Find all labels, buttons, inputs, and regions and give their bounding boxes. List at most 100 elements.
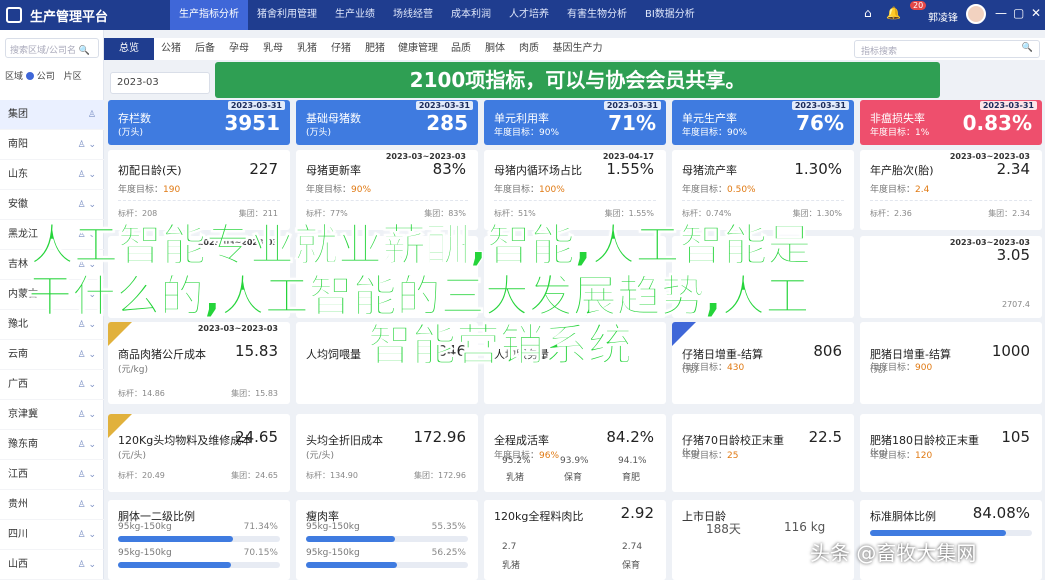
nav-tab-pest-analysis[interactable]: 有害生物分析 <box>558 0 636 30</box>
sidebar-item[interactable]: 江西 ♙ ⌄ <box>0 460 104 490</box>
metric-card[interactable]: 仔猪日增重-结算 (克) 806 年度目标：430 <box>672 322 854 404</box>
sidebar-item[interactable]: 集团 ♙ <box>0 100 104 130</box>
sidebar-item[interactable]: 安徽 ♙ ⌄ <box>0 190 104 220</box>
metric-card[interactable]: 2023-03~2023-03 3.05 2707.4 <box>860 236 1042 318</box>
bell-icon[interactable]: 🔔 <box>886 6 901 20</box>
sidebar-search-input[interactable]: 搜索区域/公司名 🔍 <box>5 38 99 58</box>
sidebar-item[interactable]: 内蒙古 ♙ ⌄ <box>0 280 104 310</box>
fcr-label: 乳猪 <box>502 561 521 571</box>
sidebar-item[interactable]: 黑龙江 ♙ ⌄ <box>0 220 104 250</box>
metric-card[interactable]: 2023-03~2023-03 <box>108 236 290 318</box>
metric-benchmark: 标杆：14.86 <box>118 389 165 398</box>
metric-card[interactable] <box>484 236 666 318</box>
subtab[interactable]: 乳猪 <box>290 38 324 60</box>
sidebar-item-label: 黑龙江 <box>8 229 38 240</box>
metric-card[interactable]: 商品肉猪公斤成本 (元/kg) 15.83 2023-03~2023-03 标杆：14.… <box>108 322 290 404</box>
stat-subtitle: 年度目标：90% <box>494 128 560 138</box>
metric-card[interactable]: 母猪内循环场占比 1.55% 2023-04-17 年度目标：100% 标杆：51% 集团… <box>484 150 666 230</box>
metric-card[interactable] <box>672 236 854 318</box>
nav-tab-production-index[interactable]: 生产指标分析 <box>170 0 248 30</box>
filter-option-area[interactable]: 片区 <box>64 72 82 82</box>
chevron-down-icon: ♙ ⌄ <box>77 170 96 180</box>
sidebar-item[interactable]: 山西 ♙ ⌄ <box>0 550 104 580</box>
metric-card[interactable]: 胴体一二级比例 95kg-150kg 71.34% 95kg-150kg 70.15% <box>108 500 290 580</box>
metric-card[interactable]: 上市日龄 188天 116 kg <box>672 500 854 580</box>
nav-tab-barn-utilization[interactable]: 猪舍利用管理 <box>248 0 326 30</box>
metric-card[interactable]: 肥猪180日龄校正末重 105 (kg) 年度目标：120 <box>860 414 1042 492</box>
chevron-down-icon: ♙ ⌄ <box>77 380 96 390</box>
sidebar-item[interactable]: 山东 ♙ ⌄ <box>0 160 104 190</box>
subtab[interactable]: 总览 <box>104 38 154 60</box>
subtab[interactable]: 品质 <box>444 38 478 60</box>
metric-card[interactable] <box>296 236 478 318</box>
subtab[interactable]: 基因生产力 <box>546 38 609 60</box>
sidebar-item[interactable]: 云南 ♙ ⌄ <box>0 340 104 370</box>
corner-flag <box>672 322 696 346</box>
stat-card[interactable]: 单元生产率 年度目标：90% 76% 2023-03-31 <box>672 100 854 145</box>
sidebar-item[interactable]: 豫北 ♙ ⌄ <box>0 310 104 340</box>
nav-tab-production-performance[interactable]: 生产业绩 <box>326 0 384 30</box>
metric-card[interactable]: 标准胴体比例 84.08% <box>860 500 1042 580</box>
subtab[interactable]: 乳母 <box>256 38 290 60</box>
close-icon[interactable]: ✕ <box>1031 6 1041 20</box>
sidebar-item-label: 山西 <box>8 559 28 570</box>
sidebar-item[interactable]: 京津冀 ♙ ⌄ <box>0 400 104 430</box>
metric-card[interactable]: 瘦肉率 95kg-150kg 55.35% 95kg-150kg 56.25% <box>296 500 478 580</box>
sidebar-item[interactable]: 贵州 ♙ ⌄ <box>0 490 104 520</box>
subtab[interactable]: 肥猪 <box>358 38 392 60</box>
subtab[interactable]: 胴体 <box>478 38 512 60</box>
subtab[interactable]: 肉质 <box>512 38 546 60</box>
radio-company[interactable] <box>25 72 34 80</box>
sidebar-item[interactable]: 豫东南 ♙ ⌄ <box>0 430 104 460</box>
metric-card[interactable]: 母猪流产率 1.30% 年度目标：0.50% 标杆：0.74% 集团：1.30% <box>672 150 854 230</box>
subtab[interactable]: 公猪 <box>154 38 188 60</box>
metric-card[interactable]: 仔猪70日龄校正末重 22.5 (kg) 年度目标：25 <box>672 414 854 492</box>
metric-card[interactable]: 人均饲喂量 846 <box>296 322 478 404</box>
filter-option-company[interactable]: 公司 <box>37 72 55 82</box>
nav-tab-farm-operation[interactable]: 场线经营 <box>384 0 442 30</box>
metric-card[interactable]: 120Kg头均物料及维修成本 24.65 (元/头) 标杆：20.49 集团：24.65 <box>108 414 290 492</box>
metric-benchmark: 标杆：77% <box>306 209 348 218</box>
minimize-icon[interactable]: — <box>995 6 1007 20</box>
home-icon[interactable]: ⌂ <box>864 6 872 20</box>
maximize-icon[interactable]: ▢ <box>1013 6 1024 20</box>
date-picker[interactable]: 2023-03 <box>110 72 210 94</box>
divider <box>118 200 280 201</box>
metric-group: 集团：1.55% <box>604 209 654 218</box>
nav-tab-bi-analysis[interactable]: BI数据分析 <box>636 0 704 30</box>
metric-value: 15.83 <box>235 342 278 360</box>
nav-tab-cost-profit[interactable]: 成本利润 <box>442 0 500 30</box>
stat-card[interactable]: 非瘟损失率 年度目标：1% 0.83% 2023-03-31 <box>860 100 1042 145</box>
metric-card[interactable]: 120kg全程料肉比 2.92 2.7 乳猪 2.74 保育 <box>484 500 666 580</box>
sidebar-item[interactable]: 吉林 ♙ ⌄ <box>0 250 104 280</box>
user-name[interactable]: 郭凌锋 <box>928 9 958 24</box>
sidebar-item[interactable]: 四川 ♙ ⌄ <box>0 520 104 550</box>
metric-group: 集团：172.96 <box>414 471 466 480</box>
metric-card[interactable]: 初配日龄(天) 227 年度目标：190 标杆：208 集团：211 <box>108 150 290 230</box>
metric-card[interactable]: 头均全折旧成本 172.96 (元/头) 标杆：134.90 集团：172.96 <box>296 414 478 492</box>
avatar[interactable] <box>966 4 986 24</box>
search-icon: 🔍 <box>1021 43 1033 53</box>
stat-card[interactable]: 单元利用率 年度目标：90% 71% 2023-03-31 <box>484 100 666 145</box>
sidebar-item-label: 京津冀 <box>8 409 38 420</box>
subtab[interactable]: 健康管理 <box>392 38 444 60</box>
range-label: 95kg-150kg <box>118 522 172 532</box>
subtab[interactable]: 仔猪 <box>324 38 358 60</box>
metric-card[interactable]: 人均服务量 <box>484 322 666 404</box>
sidebar-item[interactable]: 南阳 ♙ ⌄ <box>0 130 104 160</box>
nav-tab-talent[interactable]: 人才培养 <box>500 0 558 30</box>
target-value: 100% <box>539 185 565 195</box>
stat-card[interactable]: 基础母猪数 (万头) 285 2023-03-31 <box>296 100 478 145</box>
subtab[interactable]: 孕母 <box>222 38 256 60</box>
metric-target: 年度目标：190 <box>118 182 180 195</box>
metric-card[interactable]: 年产胎次(胎) 2.34 2023-03~2023-03 年度目标：2.4 标杆：2.3… <box>860 150 1042 230</box>
stat-subtitle: 年度目标：90% <box>682 128 748 138</box>
metric-card[interactable]: 肥猪日增重-结算 (克) 1000 年度目标：900 <box>860 322 1042 404</box>
subtab[interactable]: 后备 <box>188 38 222 60</box>
metric-card[interactable]: 全程成活率 84.2% 年度目标：96% 95.2% 乳猪 93.9% 保育 94.1% 育肥 <box>484 414 666 492</box>
stat-card[interactable]: 存栏数 (万头) 3951 2023-03-31 <box>108 100 290 145</box>
metric-card[interactable]: 母猪更新率 83% 2023-03~2023-03 年度目标：90% 标杆：77% 集团：… <box>296 150 478 230</box>
sidebar-item[interactable]: 广西 ♙ ⌄ <box>0 370 104 400</box>
indicator-search-input[interactable]: 指标搜索 🔍 <box>854 40 1040 58</box>
metric-target: 年度目标：120 <box>870 448 932 461</box>
